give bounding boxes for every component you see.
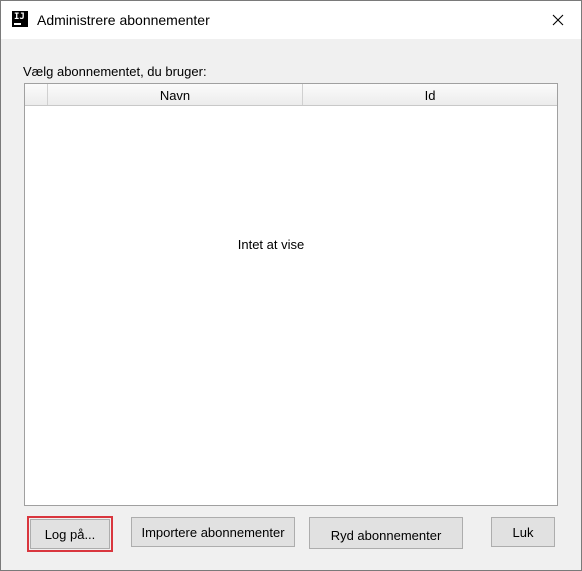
column-header-navn[interactable]: Navn: [48, 84, 303, 105]
clear-subscriptions-button[interactable]: Ryd abonnementer: [309, 517, 463, 549]
subscription-prompt-label: Vælg abonnementet, du bruger:: [23, 64, 207, 79]
import-subscriptions-button[interactable]: Importere abonnementer: [131, 517, 295, 547]
empty-table-message: Intet at vise: [237, 237, 305, 252]
close-icon: [552, 14, 564, 26]
login-button[interactable]: Log på...: [27, 516, 113, 552]
title-bar[interactable]: IJ Administrere abonnementer: [1, 1, 581, 39]
intellij-app-icon: IJ: [12, 11, 28, 27]
window-title: Administrere abonnementer: [37, 12, 210, 28]
subscriptions-dialog: IJ Administrere abonnementer Vælg abonne…: [0, 0, 582, 571]
column-header-select[interactable]: [25, 84, 48, 105]
table-header: Navn Id: [25, 84, 557, 106]
subscriptions-table[interactable]: Navn Id Intet at vise: [24, 83, 558, 506]
column-header-id[interactable]: Id: [303, 84, 557, 105]
app-icon-text: IJ: [14, 12, 25, 22]
window-close-button[interactable]: [535, 1, 581, 39]
close-button[interactable]: Luk: [491, 517, 555, 547]
